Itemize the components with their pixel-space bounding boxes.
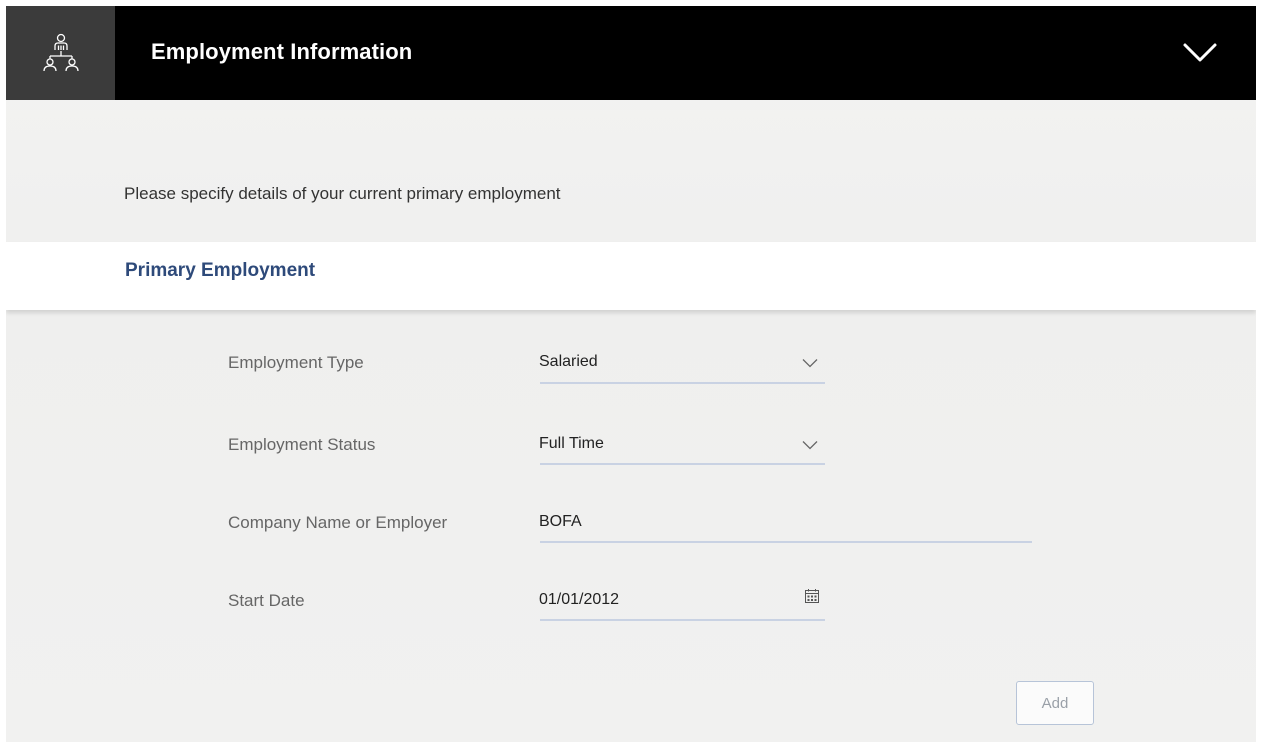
intro-text: Please specify details of your current p… <box>124 184 561 203</box>
employment-status-underline <box>540 463 825 465</box>
add-button[interactable]: Add <box>1016 681 1094 725</box>
company-name-underline <box>540 541 1032 543</box>
start-date-label: Start Date <box>228 591 305 610</box>
chevron-down-icon[interactable] <box>802 358 818 368</box>
start-date-underline <box>540 619 825 621</box>
section-title: Primary Employment <box>125 260 316 281</box>
employment-status-label: Employment Status <box>228 435 376 454</box>
start-date-value: 01/01/2012 <box>539 591 620 608</box>
panel-header[interactable]: Employment Information <box>6 6 1256 100</box>
company-name-value: BOFA <box>539 513 582 530</box>
collapse-toggle-button[interactable] <box>1180 36 1220 70</box>
people-network-icon <box>42 33 79 72</box>
employment-type-label: Employment Type <box>228 353 364 372</box>
chevron-down-icon <box>1183 43 1217 62</box>
employment-status-value: Full Time <box>539 435 604 452</box>
section-header: Primary Employment <box>6 242 1256 310</box>
employment-type-underline <box>540 382 825 384</box>
header-icon-box <box>6 6 115 100</box>
chevron-down-icon[interactable] <box>802 440 818 450</box>
panel-title: Employment Information <box>151 39 413 64</box>
employment-type-value: Salaried <box>539 353 598 370</box>
calendar-icon[interactable] <box>804 588 820 604</box>
employment-panel: Employment Information Please specify de… <box>6 6 1256 742</box>
company-name-label: Company Name or Employer <box>228 513 448 532</box>
